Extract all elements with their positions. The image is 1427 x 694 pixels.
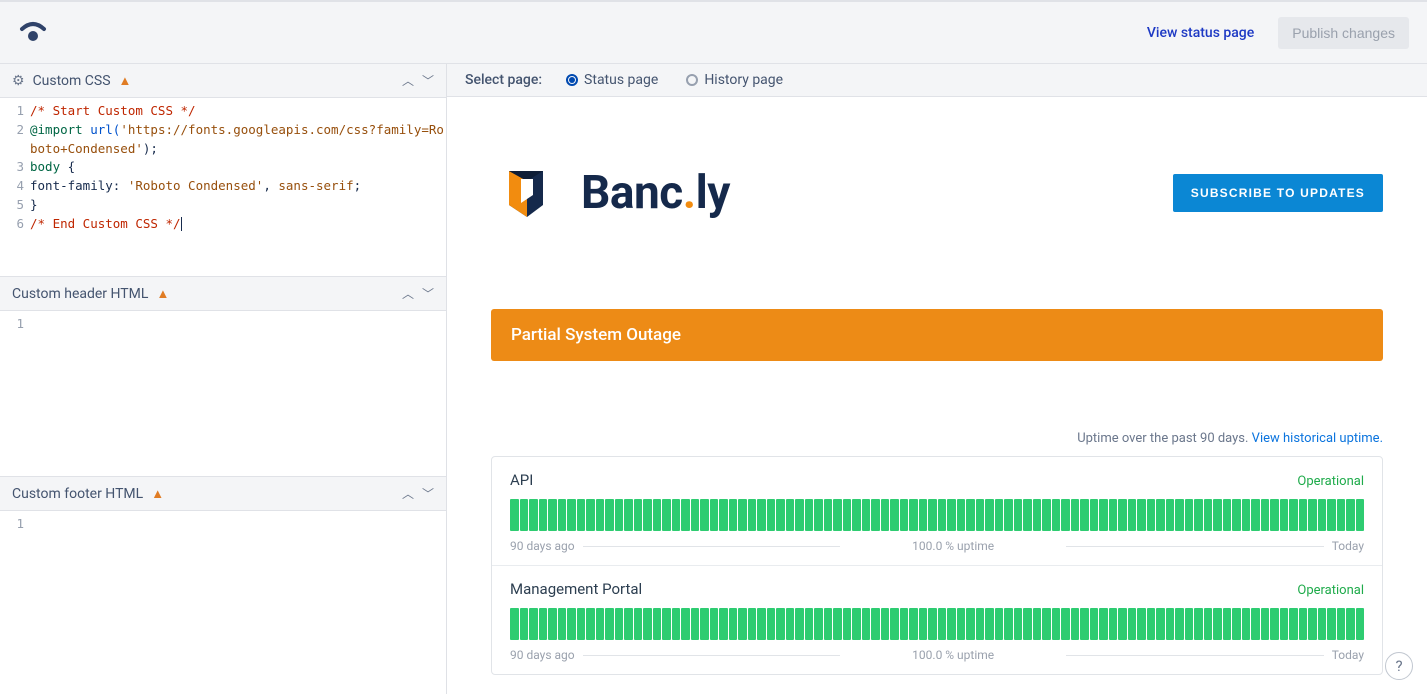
text-cursor bbox=[181, 217, 182, 231]
app-logo bbox=[18, 21, 48, 45]
custom-header-editor[interactable]: 1 bbox=[0, 311, 446, 476]
custom-footer-title: Custom footer HTML bbox=[12, 486, 143, 502]
radio-icon bbox=[566, 74, 578, 86]
brand-row: Banc.ly SUBSCRIBE TO UPDATES bbox=[491, 157, 1383, 229]
component-status: Operational bbox=[1297, 583, 1364, 598]
chevron-up-icon[interactable]: ︿ bbox=[402, 285, 414, 302]
radio-status-page-label: Status page bbox=[584, 72, 658, 88]
uptime-percentage: 100.0 % uptime bbox=[575, 539, 1332, 553]
custom-footer-editor[interactable]: 1 bbox=[0, 511, 446, 694]
chevron-down-icon[interactable]: ﹀ bbox=[422, 72, 434, 89]
uptime-bar-chart bbox=[510, 499, 1364, 531]
view-status-page-link[interactable]: View status page bbox=[1147, 25, 1254, 41]
custom-header-panel-header[interactable]: Custom header HTML ▲ ︿ ﹀ bbox=[0, 276, 446, 311]
custom-css-panel-header[interactable]: ⚙ Custom CSS ▲ ︿ ﹀ bbox=[0, 64, 446, 98]
component-name: API bbox=[510, 471, 533, 489]
custom-css-editor[interactable]: 1/* Start Custom CSS */ 2@import url('ht… bbox=[0, 98, 446, 276]
editor-sidebar: ⚙ Custom CSS ▲ ︿ ﹀ 1/* Start Custom CSS … bbox=[0, 64, 447, 694]
chevron-up-icon[interactable]: ︿ bbox=[402, 72, 414, 89]
status-banner: Partial System Outage bbox=[491, 309, 1383, 361]
component-row: API Operational 90 days ago 100.0 % upti… bbox=[492, 457, 1382, 565]
preview-scroll[interactable]: Banc.ly SUBSCRIBE TO UPDATES Partial Sys… bbox=[447, 97, 1427, 694]
topbar-actions: View status page Publish changes bbox=[1147, 17, 1409, 49]
publish-changes-button[interactable]: Publish changes bbox=[1278, 17, 1409, 49]
components-card: API Operational 90 days ago 100.0 % upti… bbox=[491, 456, 1383, 675]
gear-icon: ⚙ bbox=[12, 73, 25, 89]
custom-footer-panel-header[interactable]: Custom footer HTML ▲ ︿ ﹀ bbox=[0, 476, 446, 511]
custom-header-title: Custom header HTML bbox=[12, 286, 148, 302]
chevron-down-icon[interactable]: ﹀ bbox=[422, 485, 434, 502]
component-row: Management Portal Operational 90 days ag… bbox=[492, 565, 1382, 674]
help-button[interactable]: ? bbox=[1385, 652, 1413, 680]
chevron-up-icon[interactable]: ︿ bbox=[402, 485, 414, 502]
view-historical-uptime-link[interactable]: View historical uptime. bbox=[1252, 431, 1383, 446]
component-name: Management Portal bbox=[510, 580, 642, 598]
preview-pane: Select page: Status page History page bbox=[447, 64, 1427, 694]
status-page-preview: Banc.ly SUBSCRIBE TO UPDATES Partial Sys… bbox=[447, 97, 1427, 694]
uptime-bar-chart bbox=[510, 608, 1364, 640]
custom-css-title: Custom CSS bbox=[33, 73, 111, 89]
brand-logo: Banc.ly bbox=[491, 157, 730, 229]
radio-history-page[interactable]: History page bbox=[686, 72, 783, 88]
component-status: Operational bbox=[1297, 474, 1364, 489]
warning-icon: ▲ bbox=[119, 73, 132, 89]
uptime-range-end: Today bbox=[1332, 539, 1364, 553]
radio-icon bbox=[686, 74, 698, 86]
uptime-percentage: 100.0 % uptime bbox=[575, 648, 1332, 662]
brand-mark-icon bbox=[491, 157, 563, 229]
warning-icon: ▲ bbox=[156, 286, 169, 302]
page-selector-bar: Select page: Status page History page bbox=[447, 64, 1427, 97]
uptime-range-start: 90 days ago bbox=[510, 539, 575, 553]
subscribe-button[interactable]: SUBSCRIBE TO UPDATES bbox=[1173, 174, 1383, 212]
uptime-note: Uptime over the past 90 days. View histo… bbox=[491, 431, 1383, 446]
select-page-label: Select page: bbox=[465, 72, 542, 88]
main-layout: ⚙ Custom CSS ▲ ︿ ﹀ 1/* Start Custom CSS … bbox=[0, 64, 1427, 694]
warning-icon: ▲ bbox=[151, 486, 164, 502]
chevron-down-icon[interactable]: ﹀ bbox=[422, 285, 434, 302]
uptime-range-start: 90 days ago bbox=[510, 648, 575, 662]
radio-history-page-label: History page bbox=[704, 72, 783, 88]
radio-status-page[interactable]: Status page bbox=[566, 72, 658, 88]
uptime-range-end: Today bbox=[1332, 648, 1364, 662]
top-bar: View status page Publish changes bbox=[0, 0, 1427, 64]
brand-name: Banc.ly bbox=[581, 166, 730, 220]
statuspage-logo-icon bbox=[18, 21, 48, 45]
